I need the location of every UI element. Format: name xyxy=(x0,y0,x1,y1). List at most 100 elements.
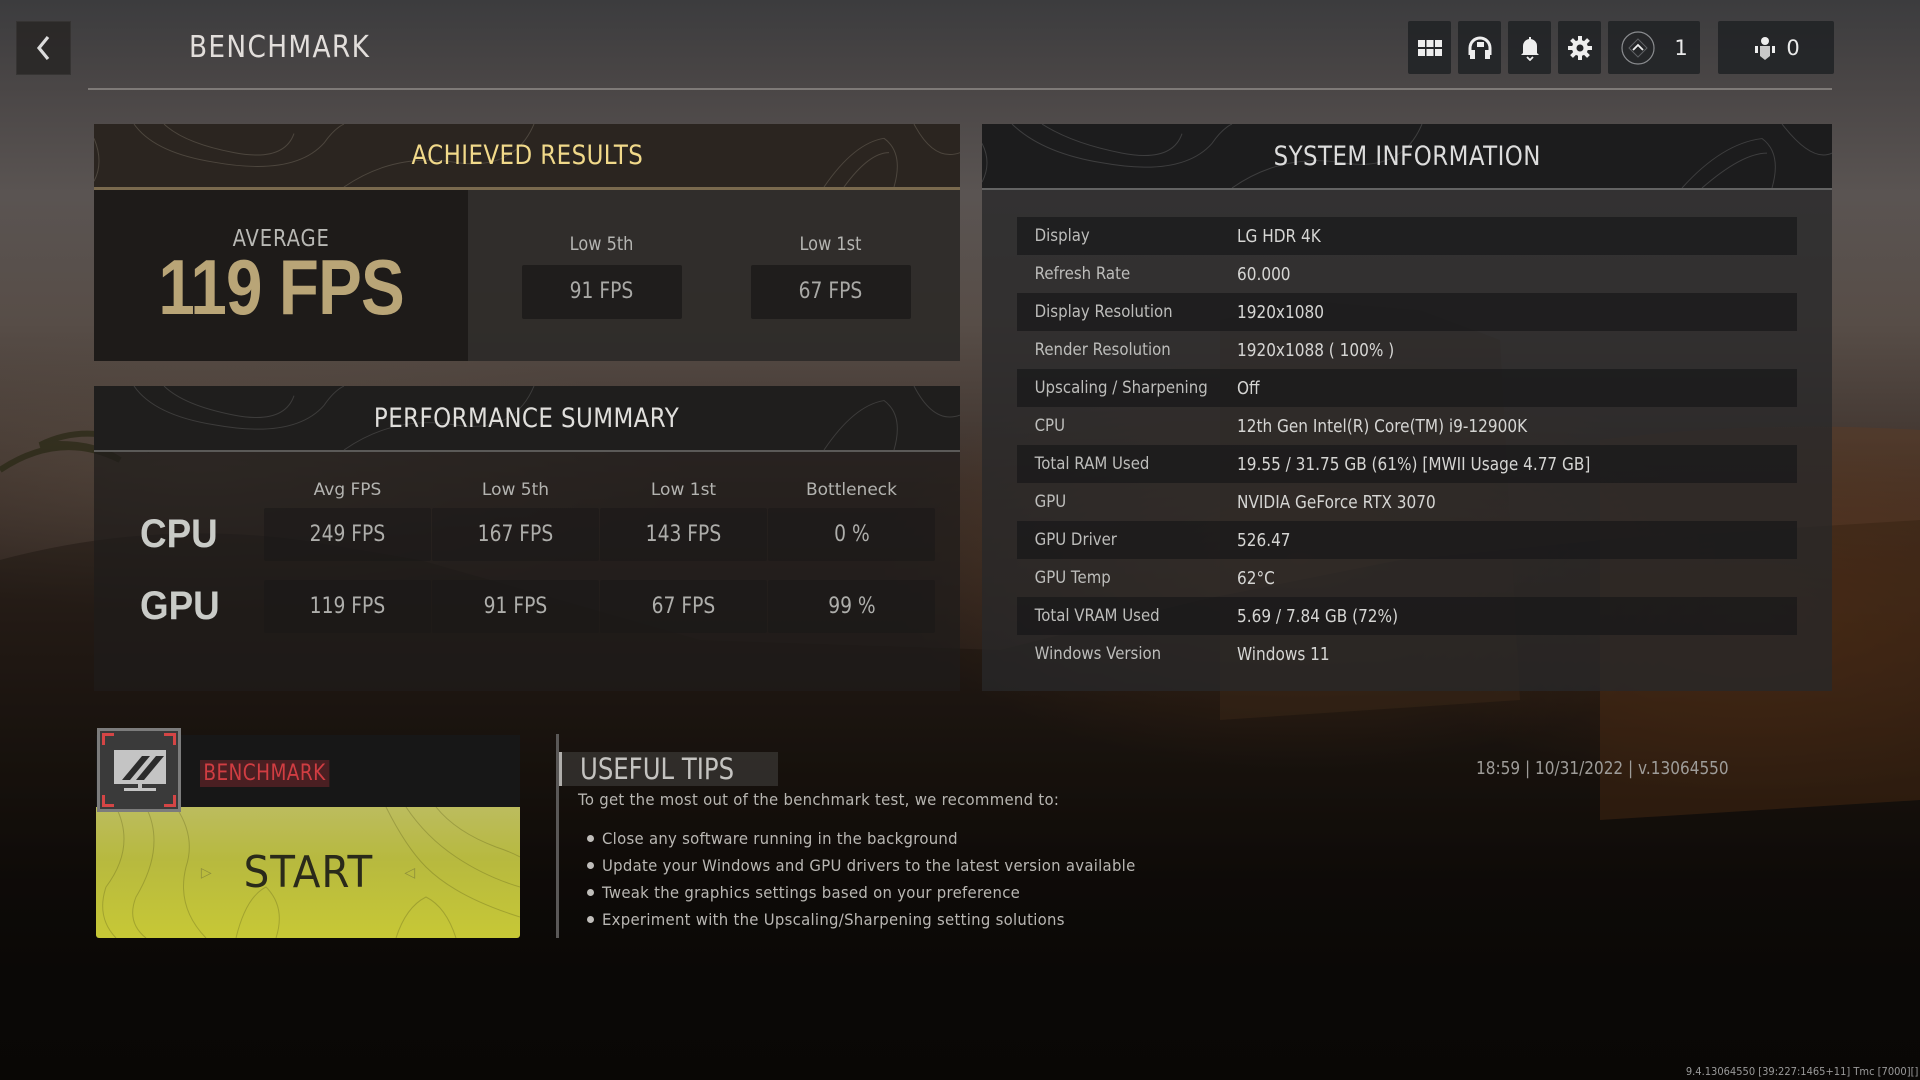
party-members-icon xyxy=(1755,36,1776,60)
cell-value: 167 FPS xyxy=(477,522,554,547)
social-button[interactable] xyxy=(1458,21,1501,74)
corner-accent xyxy=(164,733,176,745)
low-1st-column: Low 1st 67 FPS xyxy=(750,233,911,319)
grid-menu-icon xyxy=(1417,39,1442,56)
cell-value: 99 % xyxy=(827,594,876,619)
info-value: 5.69 / 7.84 GB (72%) xyxy=(1237,605,1399,627)
info-row-upscaling: Upscaling / Sharpening Off xyxy=(1017,369,1797,407)
low-5th-label: Low 5th xyxy=(569,232,634,255)
table-cell: 67 FPS xyxy=(600,580,767,633)
settings-button[interactable] xyxy=(1558,21,1601,74)
average-fps-box: AVERAGE 119 FPS xyxy=(94,190,468,361)
cell-value: 249 FPS xyxy=(309,522,386,547)
info-row-gpu: GPU NVIDIA GeForce RTX 3070 xyxy=(1017,483,1797,521)
info-key: Total RAM Used xyxy=(1034,454,1150,474)
mode-icon-frame xyxy=(97,728,181,812)
table-cell: 167 FPS xyxy=(432,508,599,561)
cell-value: 143 FPS xyxy=(645,522,722,547)
info-key: Upscaling / Sharpening xyxy=(1034,378,1208,398)
achieved-results-title: ACHIEVED RESULTS xyxy=(411,140,643,171)
build-string: 9.4.13064550 [39:227:1465+11] Tmc [7000]… xyxy=(1685,1065,1918,1078)
headset-icon xyxy=(1468,36,1491,59)
monitor-benchmark-icon xyxy=(114,750,166,791)
info-key: Total VRAM Used xyxy=(1034,606,1160,626)
info-row-render-resolution: Render Resolution 1920x1088 ( 100% ) xyxy=(1017,331,1797,369)
table-cell: 119 FPS xyxy=(264,580,431,633)
info-value: LG HDR 4K xyxy=(1237,225,1321,247)
chevron-left-icon xyxy=(36,35,49,61)
column-header: Avg FPS xyxy=(313,480,382,500)
info-row-gpu-temp: GPU Temp 62°C xyxy=(1017,559,1797,597)
info-value: 1920x1088 ( 100% ) xyxy=(1237,339,1395,361)
bell-icon xyxy=(1520,36,1539,61)
party-button[interactable]: 0 xyxy=(1718,21,1834,74)
list-item: Tweak the graphics settings based on you… xyxy=(587,879,1176,906)
info-row-windows-version: Windows Version Windows 11 xyxy=(1017,635,1797,673)
gear-icon xyxy=(1567,35,1592,60)
list-item: Close any software running in the backgr… xyxy=(587,825,1176,852)
tips-intro: To get the most out of the benchmark tes… xyxy=(578,790,1060,809)
bullet-icon xyxy=(587,889,594,896)
low-5th-column: Low 5th 91 FPS xyxy=(521,232,682,319)
info-value: 19.55 / 31.75 GB (61%) [MWII Usage 4.77 … xyxy=(1237,453,1591,475)
row-label: GPU xyxy=(140,584,220,628)
timestamp-version: 18:59 | 10/31/2022 | v.13064550 xyxy=(1476,758,1729,779)
info-key: GPU Driver xyxy=(1034,530,1117,550)
info-key: Refresh Rate xyxy=(1034,264,1131,284)
info-value: NVIDIA GeForce RTX 3070 xyxy=(1237,491,1436,513)
party-count: 0 xyxy=(1786,35,1800,60)
useful-tips-section: USEFUL TIPS To get the most out of the b… xyxy=(556,734,1156,938)
info-value: 12th Gen Intel(R) Core(TM) i9-12900K xyxy=(1237,415,1528,437)
cell-value: 91 FPS xyxy=(483,594,548,619)
info-key: Display xyxy=(1034,226,1090,246)
info-row-refresh-rate: Refresh Rate 60.000 xyxy=(1017,255,1797,293)
column-header: Bottleneck xyxy=(805,480,897,500)
rank-button[interactable]: 1 xyxy=(1608,21,1700,74)
arrow-right-icon: ▷ xyxy=(200,864,212,880)
table-cell: 0 % xyxy=(768,508,935,561)
corner-accent xyxy=(102,733,114,745)
tip-text: Tweak the graphics settings based on you… xyxy=(602,883,1021,902)
performance-summary-header: PERFORMANCE SUMMARY xyxy=(94,386,960,452)
page-title: BENCHMARK xyxy=(189,30,371,65)
bullet-icon xyxy=(587,835,594,842)
useful-tips-title-text: USEFUL TIPS xyxy=(580,752,735,786)
info-value: Off xyxy=(1237,377,1260,399)
cell-value: 67 FPS xyxy=(651,594,716,619)
info-key: GPU Temp xyxy=(1034,568,1111,588)
rank-chevron-icon xyxy=(1621,30,1655,65)
tips-list: Close any software running in the backgr… xyxy=(587,825,1176,933)
rank-count: 1 xyxy=(1674,35,1688,60)
menu-grid-button[interactable] xyxy=(1408,21,1451,74)
performance-summary-title: PERFORMANCE SUMMARY xyxy=(374,402,680,434)
table-cell: 99 % xyxy=(768,580,935,633)
notifications-button[interactable] xyxy=(1508,21,1551,74)
back-button[interactable] xyxy=(16,21,71,75)
useful-tips-title: USEFUL TIPS xyxy=(559,752,779,786)
info-row-gpu-driver: GPU Driver 526.47 xyxy=(1017,521,1797,559)
corner-accent xyxy=(102,795,114,807)
info-row-cpu: CPU 12th Gen Intel(R) Core(TM) i9-12900K xyxy=(1017,407,1797,445)
info-value: 60.000 xyxy=(1237,263,1291,285)
table-cell: 249 FPS xyxy=(264,508,431,561)
performance-table: Avg FPS Low 5th Low 1st Bottleneck CPU 2… xyxy=(94,452,960,633)
low-percentiles-box: Low 5th 91 FPS Low 1st 67 FPS xyxy=(468,190,960,361)
info-row-vram: Total VRAM Used 5.69 / 7.84 GB (72%) xyxy=(1017,597,1797,635)
info-key: GPU xyxy=(1034,492,1067,512)
list-item: Experiment with the Upscaling/Sharpening… xyxy=(587,906,1176,933)
start-button[interactable]: ▷ START ◁ xyxy=(96,807,520,938)
benchmark-mode-tag: BENCHMARK xyxy=(200,760,330,787)
system-information-title: SYSTEM INFORMATION xyxy=(1273,140,1541,172)
achieved-results-header: ACHIEVED RESULTS xyxy=(94,124,960,190)
cell-value: 119 FPS xyxy=(309,594,386,619)
system-info-list: Display LG HDR 4K Refresh Rate 60.000 Disp… xyxy=(982,190,1832,673)
low-1st-value-box: 67 FPS xyxy=(750,264,911,319)
table-row-cpu: CPU 249 FPS 167 FPS 143 FPS 0 % xyxy=(94,508,960,561)
low-5th-value-box: 91 FPS xyxy=(521,264,682,319)
average-fps-value: 119 FPS xyxy=(158,242,404,331)
system-information-header: SYSTEM INFORMATION xyxy=(982,124,1832,190)
info-key: Display Resolution xyxy=(1034,302,1173,322)
low-1st-value: 67 FPS xyxy=(798,279,863,304)
top-bar-icons: 1 0 xyxy=(1408,21,1834,74)
list-item: Update your Windows and GPU drivers to t… xyxy=(587,852,1176,879)
